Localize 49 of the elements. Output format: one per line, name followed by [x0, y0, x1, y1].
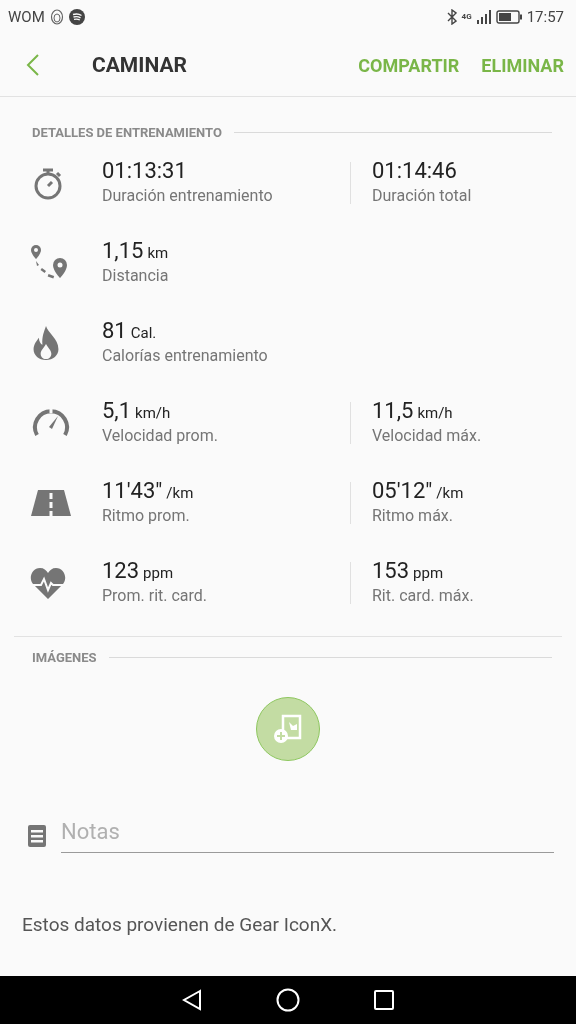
carrier-name: WOM	[8, 8, 45, 26]
network-type: 4G	[461, 13, 472, 21]
notes-field[interactable]: Notas	[61, 819, 554, 853]
stat-value: 5,1	[102, 398, 132, 423]
home-nav-icon[interactable]	[276, 988, 300, 1012]
stat-value: 01:14:46	[372, 158, 457, 183]
action-link[interactable]: ELIMINAR	[479, 50, 566, 80]
stat-unit: km/h	[135, 404, 171, 422]
stat-label: Velocidad prom.	[102, 426, 219, 445]
stat-label: Calorías entrenamiento	[102, 346, 269, 365]
stat-label: Rit. card. máx.	[372, 586, 475, 605]
stat-value: 153	[372, 558, 410, 583]
action-link[interactable]: COMPARTIR	[356, 50, 462, 80]
source-note: Estos datos provienen de Gear IconX.	[22, 913, 339, 936]
stat-value: 05'12"	[372, 478, 433, 503]
road-icon	[30, 488, 72, 518]
heart-rate-icon	[30, 566, 66, 600]
stat-unit: ppm	[413, 564, 444, 582]
bluetooth-icon	[446, 9, 457, 25]
section-heading: IMÁGENES	[32, 650, 97, 665]
notes-icon	[27, 824, 47, 848]
stat-label: Prom. rit. card.	[102, 586, 209, 605]
stat-value: 11'43"	[102, 478, 163, 503]
stat-label: Velocidad máx.	[372, 426, 483, 445]
stat-label: Distancia	[102, 266, 170, 285]
signal-icon	[476, 10, 491, 24]
battery-icon	[495, 10, 522, 24]
stat-unit: km/h	[417, 404, 453, 422]
clock-time: 17:57	[526, 8, 564, 26]
stat-label: Duración entrenamiento	[102, 186, 274, 205]
stat-unit: Cal.	[130, 324, 157, 342]
stat-unit: km	[147, 244, 169, 262]
recents-nav-icon[interactable]	[374, 990, 394, 1010]
stat-value: 01:13:31	[102, 158, 187, 183]
section-heading: DETALLES DE ENTRENAMIENTO	[32, 125, 222, 140]
stat-unit: ppm	[143, 564, 174, 582]
stat-value: 81	[102, 318, 127, 343]
stat-unit: /km	[436, 484, 464, 502]
stat-value: 1,15	[102, 238, 144, 263]
notification-icon	[49, 9, 64, 25]
music-app-icon	[68, 9, 85, 25]
back-nav-icon[interactable]	[182, 989, 202, 1011]
screen-title: CAMINAR	[92, 53, 188, 77]
stat-label: Ritmo prom.	[102, 506, 191, 525]
stat-value: 123	[102, 558, 140, 583]
stat-unit: /km	[166, 484, 194, 502]
stat-label: Duración total	[372, 186, 473, 205]
stat-label: Ritmo máx.	[372, 506, 454, 525]
stat-value: 11,5	[372, 398, 414, 423]
